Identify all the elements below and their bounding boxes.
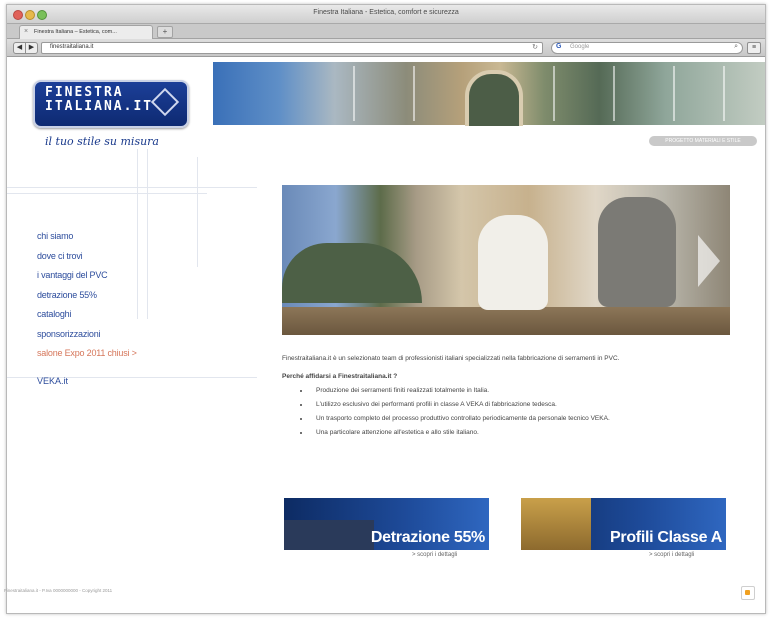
header-banner-image	[213, 62, 765, 126]
list-item: L'utilizzo esclusivo dei performanti pro…	[310, 400, 722, 409]
promo-detrazione-link[interactable]: > scopri i dettagli	[412, 552, 457, 558]
browser-toolbar: ◀ ▶ finestraitaliana.it ↻ G Google ⌕ ≡	[7, 39, 765, 57]
promo-label: Profili Classe A	[610, 529, 722, 546]
menu-icon[interactable]: ≡	[747, 42, 761, 54]
sidebar-item-dove-ci-trovi[interactable]: dove ci trovi	[37, 247, 137, 267]
reload-icon[interactable]: ↻	[532, 43, 538, 51]
url-text: finestraitaliana.it	[50, 44, 94, 50]
intro-text: Finestraitaliana.it è un selezionato tea…	[282, 355, 620, 362]
title-bar: Finestra Italiana - Estetica, comfort e …	[7, 5, 765, 24]
browser-window: Finestra Italiana - Estetica, comfort e …	[6, 4, 766, 614]
decorative-line	[137, 149, 138, 319]
next-slide-arrow-icon[interactable]	[698, 235, 720, 287]
new-tab-button[interactable]: +	[157, 26, 173, 38]
window-title: Finestra Italiana - Estetica, comfort e …	[313, 9, 459, 16]
sidebar-item-detrazione[interactable]: detrazione 55%	[37, 286, 137, 306]
search-placeholder: Google	[570, 44, 590, 50]
tab-bar: × Finestra Italiana – Estetica, com... +	[7, 24, 765, 39]
site-slogan: il tuo stile su misura	[45, 135, 159, 148]
promo-label: Detrazione 55%	[370, 529, 485, 546]
sidebar-item-chi-siamo[interactable]: chi siamo	[37, 227, 137, 247]
address-bar[interactable]: finestraitaliana.it ↻	[41, 42, 543, 54]
promo-profili-link[interactable]: > scopri i dettagli	[649, 552, 694, 558]
promo-detrazione-banner[interactable]: Detrazione 55%	[284, 498, 489, 550]
search-field[interactable]: G Google ⌕	[551, 42, 743, 54]
logo-text-line1: FINESTRA	[45, 85, 124, 100]
web-page: FINESTRA ITALIANA.IT il tuo stile su mis…	[7, 57, 765, 613]
sidebar-item-salone-expo[interactable]: salone Expo 2011 chiusi >	[37, 344, 137, 364]
search-engine-icon[interactable]: G	[556, 43, 561, 50]
promo-profili-banner[interactable]: Profili Classe A	[521, 498, 726, 550]
reasons-list: Produzione dei serramenti finiti realizz…	[282, 386, 722, 437]
materials-style-button[interactable]: PROGETTO MATERIALI E STILE	[649, 136, 757, 146]
main-content: Finestraitaliana.it è un selezionato tea…	[282, 354, 722, 442]
decorative-line	[147, 149, 148, 319]
sidebar-item-vantaggi-pvc[interactable]: i vantaggi del PVC	[37, 266, 137, 286]
why-heading: Perché affidarsi a Finestraitaliana.it ?	[282, 373, 398, 380]
decorative-line	[197, 157, 198, 267]
site-logo[interactable]: FINESTRA ITALIANA.IT	[33, 80, 189, 128]
hero-slideshow-image	[282, 185, 730, 335]
sidebar-item-cataloghi[interactable]: cataloghi	[37, 305, 137, 325]
feedback-icon[interactable]	[741, 586, 755, 600]
tab-label: Finestra Italiana – Estetica, com...	[34, 29, 117, 35]
sidebar-nav: chi siamo dove ci trovi i vantaggi del P…	[37, 227, 137, 364]
list-item: Una particolare attenzione all'estetica …	[310, 428, 722, 437]
list-item: Produzione dei serramenti finiti realizz…	[310, 386, 722, 395]
veka-link[interactable]: VEKA.it	[37, 376, 68, 386]
decorative-line	[7, 193, 207, 194]
tab-close-icon[interactable]: ×	[24, 28, 28, 36]
sidebar-item-sponsorizzazioni[interactable]: sponsorizzazioni	[37, 325, 137, 345]
footer-text: Finestraitaliana.it - P.Iva 0000000000 -…	[4, 588, 113, 593]
decorative-line	[7, 187, 257, 188]
list-item: Un trasporto completo del processo produ…	[310, 414, 722, 423]
browser-tab[interactable]: × Finestra Italiana – Estetica, com...	[19, 25, 153, 39]
logo-gem-icon	[150, 87, 180, 117]
search-icon[interactable]: ⌕	[734, 43, 738, 51]
forward-button[interactable]: ▶	[25, 42, 38, 54]
logo-text-line2: ITALIANA.IT	[45, 99, 154, 114]
